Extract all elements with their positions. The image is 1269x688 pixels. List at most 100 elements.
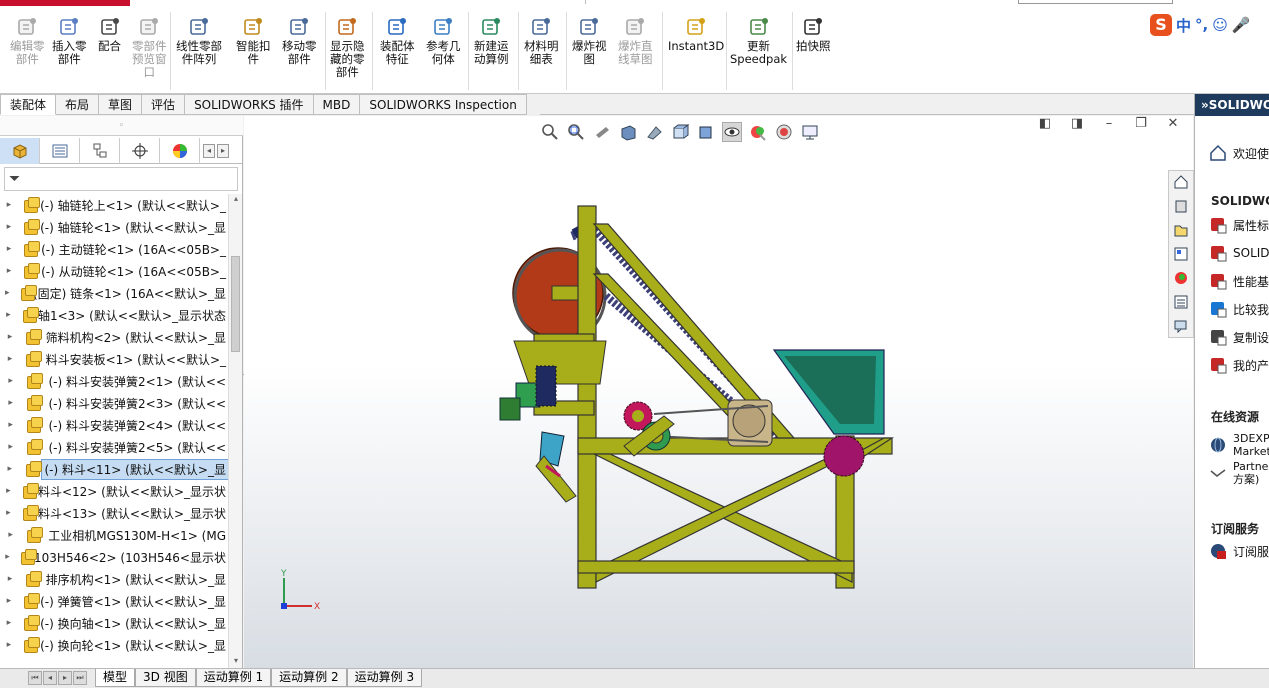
exploded-view-button[interactable]: 爆炸视 图 [572, 14, 607, 66]
tab-0[interactable]: 装配体 [0, 94, 57, 115]
expand-arrow-icon[interactable]: ▸ [4, 640, 14, 650]
ime-smile-icon[interactable]: ☺ [1212, 16, 1228, 34]
design-library-icon[interactable] [1169, 195, 1193, 217]
expand-arrow-icon[interactable]: ▸ [4, 552, 11, 562]
tree-item[interactable]: ▸ 料斗安装板<1> (默认<<默认>_ [0, 348, 228, 370]
edit-component-button[interactable]: 编辑零 部件 [10, 14, 45, 66]
tree-item[interactable]: ▸ (-) 料斗安装弹簧2<5> (默认<< [0, 436, 228, 458]
search-field[interactable] [1018, 0, 1173, 4]
expand-arrow-icon[interactable]: ▸ [4, 332, 16, 342]
expand-arrow-icon[interactable]: ▸ [4, 266, 14, 276]
tree-item[interactable]: ▸ 工业相机MGS130M-H<1> (MG [0, 524, 228, 546]
scroll-up-arrow-icon[interactable]: ▴ [229, 194, 243, 206]
expand-arrow-icon[interactable]: ▸ [4, 376, 17, 386]
dimxpert-manager-tab[interactable] [120, 138, 160, 164]
tree-item[interactable]: ▸ (-) 从动链轮<1> (16A<<05B>_ [0, 260, 228, 282]
expand-arrow-icon[interactable]: ▸ [4, 222, 14, 232]
file-explorer-icon[interactable] [1169, 219, 1193, 241]
ime-punct-icon[interactable]: °, [1195, 16, 1208, 34]
tree-item[interactable]: ▸ (-) 料斗安装弹簧2<4> (默认<< [0, 414, 228, 436]
panel-grip[interactable]: ◦ [0, 116, 243, 136]
expand-arrow-icon[interactable]: ▸ [4, 486, 13, 496]
scroll-down-arrow-icon[interactable]: ▾ [229, 656, 243, 668]
tab-3[interactable]: 评估 [142, 94, 186, 115]
expand-arrow-icon[interactable]: ▸ [4, 288, 11, 298]
configuration-manager-tab[interactable] [80, 138, 120, 164]
online-item-1[interactable]: Partner 方案) [1209, 460, 1269, 486]
feed-hopper[interactable] [513, 340, 607, 385]
explode-line-sketch-button[interactable]: 爆炸直 线草图 [618, 14, 653, 66]
resource-item[interactable]: 复制设 [1209, 328, 1269, 346]
expand-arrow-icon[interactable]: ▸ [4, 398, 17, 408]
smart-fasteners-button[interactable]: 智能扣 件 [236, 14, 271, 66]
ime-mode-label[interactable]: 中 [1176, 15, 1191, 36]
resource-item[interactable]: 比较我 [1209, 300, 1269, 318]
sprocket-right[interactable] [823, 435, 865, 477]
expand-arrow-icon[interactable]: ▸ [4, 508, 13, 518]
tree-item[interactable]: ▸ (-) 料斗安装弹簧2<3> (默认<< [0, 392, 228, 414]
assembly-model[interactable] [244, 116, 1193, 668]
tab-5[interactable]: MBD [313, 94, 361, 115]
expand-arrow-icon[interactable]: ▸ [4, 420, 17, 430]
expand-arrow-icon[interactable]: ▸ [4, 574, 16, 584]
resource-item[interactable]: 我的产 [1209, 356, 1269, 374]
custom-properties-icon[interactable] [1169, 291, 1193, 313]
insert-components-button[interactable]: 插入零 部件 [52, 14, 87, 66]
tree-item[interactable]: ▸ (-) 主动链轮<1> (16A<<05B>_ [0, 238, 228, 260]
tree-item[interactable]: ▸ 筛料机构<2> (默认<<默认>_显 [0, 326, 228, 348]
view-palette-icon[interactable] [1169, 243, 1193, 265]
mate-button[interactable]: 配合 [98, 14, 121, 53]
component-preview-button[interactable]: 零部件 预览窗 口 [132, 14, 167, 79]
linear-pattern-button[interactable]: 线性零部 件阵列 [176, 14, 222, 66]
subscription-link[interactable]: 订阅服 [1209, 542, 1269, 560]
tree-item[interactable]: ▸ 料斗<13> (默认<<默认>_显示状 [0, 502, 228, 524]
tree-item[interactable]: ▸ 料斗<12> (默认<<默认>_显示状 [0, 480, 228, 502]
update-speedpak-button[interactable]: 更新 Speedpak [730, 14, 787, 66]
tab-2[interactable]: 草图 [99, 94, 143, 115]
reference-geometry-button[interactable]: 参考几 何体 [426, 14, 461, 66]
tree-item[interactable]: ▸ (-) 轴链轮<1> (默认<<默认>_显 [0, 216, 228, 238]
property-manager-tab[interactable] [40, 138, 80, 164]
bottom-tab-3[interactable]: 运动算例 2 [271, 669, 347, 687]
feature-manager-tab[interactable] [0, 138, 40, 164]
online-item-0[interactable]: 3DEXPE Market [1209, 432, 1269, 458]
tab-prev-button[interactable]: ◂ [203, 143, 215, 158]
resource-item[interactable]: SOLIDV [1209, 244, 1269, 262]
tree-item[interactable]: ▸ (-) 换向轮<1> (默认<<默认>_显 [0, 634, 228, 656]
tree-item[interactable]: ▸ 轴1<3> (默认<<默认>_显示状态 [0, 304, 228, 326]
expand-arrow-icon[interactable]: ▸ [4, 618, 14, 628]
expand-arrow-icon[interactable]: ▸ [4, 464, 16, 474]
expand-arrow-icon[interactable]: ▸ [4, 200, 14, 210]
tree-item[interactable]: ▸ (-) 轴链轮上<1> (默认<<默认>_ [0, 194, 228, 216]
tab-6[interactable]: SOLIDWORKS Inspection [360, 94, 527, 115]
resource-item[interactable]: 性能基 [1209, 272, 1269, 290]
move-component-button[interactable]: 移动零 部件 [282, 14, 317, 66]
tree-item[interactable]: ▸ 103H546<2> (103H546<显示状 [0, 546, 228, 568]
expand-arrow-icon[interactable]: ▸ [4, 530, 17, 540]
tab-1[interactable]: 布局 [56, 94, 100, 115]
tree-item[interactable]: ▸ (-) 料斗<11> (默认<<默认>_显 [0, 458, 228, 480]
tree-item[interactable]: ▸ 排序机构<1> (默认<<默认>_显 [0, 568, 228, 590]
tab-4[interactable]: SOLIDWORKS 插件 [185, 94, 314, 115]
first-tab-icon[interactable]: ⏮ [28, 671, 42, 685]
next-tab-icon[interactable]: ▸ [58, 671, 72, 685]
expand-arrow-icon[interactable]: ▸ [4, 596, 14, 606]
bottom-tab-1[interactable]: 3D 视图 [135, 669, 196, 687]
ime-mic-icon[interactable]: 🎤 [1232, 16, 1251, 34]
take-snapshot-button[interactable]: 拍快照 [796, 14, 831, 53]
expand-arrow-icon[interactable]: ▸ [4, 244, 14, 254]
expand-arrow-icon[interactable]: ▸ [4, 442, 17, 452]
tree-filter[interactable]: ⏷ [4, 167, 238, 191]
expand-arrow-icon[interactable]: ▸ [4, 310, 13, 320]
task-pane-header[interactable]: »SOLIDWORKS [1195, 94, 1269, 116]
appearances-icon[interactable] [1169, 267, 1193, 289]
prev-tab-icon[interactable]: ◂ [43, 671, 57, 685]
welcome-link[interactable]: 欢迎使 [1209, 144, 1269, 162]
display-manager-tab[interactable] [160, 138, 200, 164]
new-motion-study-button[interactable]: 新建运 动算例 [474, 14, 509, 66]
home-icon[interactable] [1169, 171, 1193, 193]
bottom-tab-0[interactable]: 模型 [95, 669, 136, 687]
sogou-logo-icon[interactable]: S [1150, 14, 1172, 36]
bill-of-materials-button[interactable]: 材料明 细表 [524, 14, 559, 66]
tab-next-button[interactable]: ▸ [217, 143, 229, 158]
